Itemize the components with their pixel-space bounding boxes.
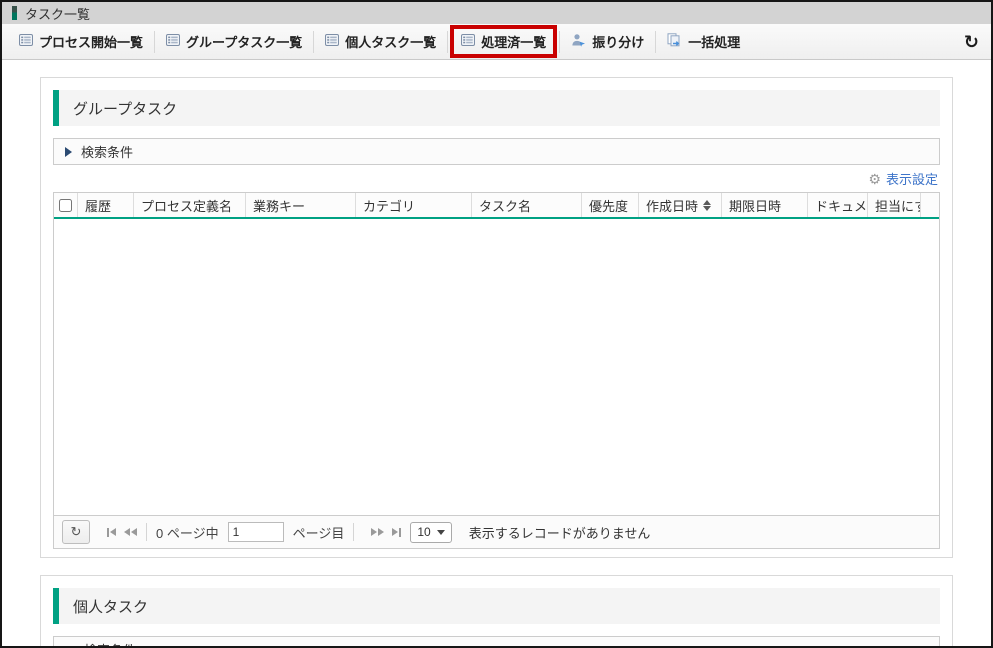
first-page-button[interactable]	[107, 528, 116, 537]
personal-task-panel: 個人タスク 検索条件	[40, 575, 953, 648]
page-number-input[interactable]	[228, 522, 284, 542]
pager-separator	[146, 523, 147, 541]
app-window: タスク一覧 プロセス開始一覧 グループタスク一覧 個人タスク一覧 処理済一覧 振…	[0, 0, 993, 648]
pagination-bar: ↻ 0 ページ中 ページ目 10	[54, 515, 939, 548]
toolbar-item-label: 振り分け	[592, 32, 644, 51]
pager-nav-left	[107, 528, 137, 537]
group-search-conditions-toggle[interactable]: 検索条件	[53, 138, 940, 165]
display-settings-row: ⚙ 表示設定	[53, 165, 940, 192]
toolbar-item-label: グループタスク一覧	[186, 32, 302, 51]
pager-nav-right	[371, 528, 401, 537]
section-accent-icon	[53, 90, 59, 126]
toolbar-item-label: 処理済一覧	[481, 32, 546, 51]
next-page-button[interactable]	[371, 528, 384, 536]
personal-search-conditions-toggle[interactable]: 検索条件	[53, 636, 940, 648]
page-size-select[interactable]: 10	[410, 522, 451, 543]
section-accent-icon	[53, 588, 59, 624]
personal-task-title: 個人タスク	[73, 596, 148, 617]
toolbar: プロセス開始一覧 グループタスク一覧 個人タスク一覧 処理済一覧 振り分け 一括…	[2, 24, 991, 60]
group-task-panel-header: グループタスク	[53, 90, 940, 126]
column-label: ドキュメ	[815, 196, 867, 215]
group-task-table: 履歴 プロセス定義名 業務キー カテゴリ タスク名 優先度 作成日時 期限日時 …	[53, 192, 940, 549]
toolbar-item-group-task-list[interactable]: グループタスク一覧	[155, 29, 313, 55]
refresh-icon[interactable]: ↻	[964, 33, 979, 51]
column-label: カテゴリ	[363, 196, 415, 215]
column-header-category[interactable]: カテゴリ	[356, 193, 472, 217]
select-all-cell	[54, 193, 78, 217]
list-icon	[325, 34, 339, 49]
list-icon	[166, 34, 180, 49]
column-label: 期限日時	[729, 196, 781, 215]
column-label: 優先度	[589, 196, 628, 215]
empty-records-message: 表示するレコードがありません	[469, 523, 651, 542]
toolbar-item-assign[interactable]: 振り分け	[560, 29, 655, 55]
column-label: 作成日時	[646, 196, 698, 215]
column-header-priority[interactable]: 優先度	[582, 193, 639, 217]
assign-person-icon	[571, 33, 586, 50]
column-label: タスク名	[479, 196, 531, 215]
previous-page-button[interactable]	[124, 528, 137, 536]
search-conditions-label: 検索条件	[84, 640, 136, 648]
column-header-history[interactable]: 履歴	[78, 193, 134, 217]
toolbar-item-label: 一括処理	[688, 32, 740, 51]
pager-separator	[353, 523, 354, 541]
table-body-empty	[54, 219, 939, 515]
page-unit-label: ページ目	[293, 523, 345, 542]
toolbar-item-processed-list[interactable]: 処理済一覧	[450, 25, 557, 58]
column-header-business-key[interactable]: 業務キー	[246, 193, 356, 217]
column-header-document[interactable]: ドキュメ	[808, 193, 868, 217]
search-conditions-label: 検索条件	[81, 142, 133, 161]
page-total-label: 0 ページ中	[156, 523, 219, 542]
page-title: タスク一覧	[25, 4, 90, 23]
column-label: 履歴	[85, 196, 111, 215]
toolbar-separator	[447, 31, 448, 53]
column-label: 担当にす	[875, 196, 921, 215]
column-header-filler	[921, 193, 939, 217]
toolbar-item-batch-process[interactable]: 一括処理	[656, 29, 751, 55]
chevron-down-icon	[437, 530, 445, 535]
column-header-task-name[interactable]: タスク名	[472, 193, 582, 217]
toolbar-item-personal-task-list[interactable]: 個人タスク一覧	[314, 29, 447, 55]
batch-process-icon	[667, 33, 682, 50]
display-settings-link[interactable]: 表示設定	[886, 169, 938, 188]
toolbar-item-label: 個人タスク一覧	[345, 32, 436, 51]
sort-icon[interactable]	[703, 200, 711, 211]
group-task-panel: グループタスク 検索条件 ⚙ 表示設定 履歴 プロセス定義名 業務キー カテ	[40, 77, 953, 558]
column-header-assign-to-me[interactable]: 担当にす	[868, 193, 921, 217]
chevron-right-icon	[65, 147, 72, 157]
table-refresh-button[interactable]: ↻	[62, 520, 90, 544]
toolbar-item-label: プロセス開始一覧	[39, 32, 143, 51]
last-page-button[interactable]	[392, 528, 401, 537]
select-all-checkbox[interactable]	[59, 199, 72, 212]
main-content: グループタスク 検索条件 ⚙ 表示設定 履歴 プロセス定義名 業務キー カテ	[2, 60, 991, 648]
personal-task-panel-header: 個人タスク	[53, 588, 940, 624]
toolbar-item-process-start-list[interactable]: プロセス開始一覧	[8, 29, 154, 55]
list-icon	[461, 34, 475, 49]
column-header-created-datetime[interactable]: 作成日時	[639, 193, 722, 217]
column-header-deadline-datetime[interactable]: 期限日時	[722, 193, 808, 217]
gear-icon: ⚙	[868, 172, 881, 186]
list-icon	[19, 34, 33, 49]
title-accent-icon	[12, 6, 17, 20]
column-label: 業務キー	[253, 196, 305, 215]
table-header-row: 履歴 プロセス定義名 業務キー カテゴリ タスク名 優先度 作成日時 期限日時 …	[54, 193, 939, 219]
group-task-title: グループタスク	[73, 98, 177, 119]
title-bar: タスク一覧	[2, 2, 991, 24]
column-label: プロセス定義名	[141, 196, 232, 215]
column-header-process-definition[interactable]: プロセス定義名	[134, 193, 246, 217]
page-size-value: 10	[417, 525, 430, 539]
